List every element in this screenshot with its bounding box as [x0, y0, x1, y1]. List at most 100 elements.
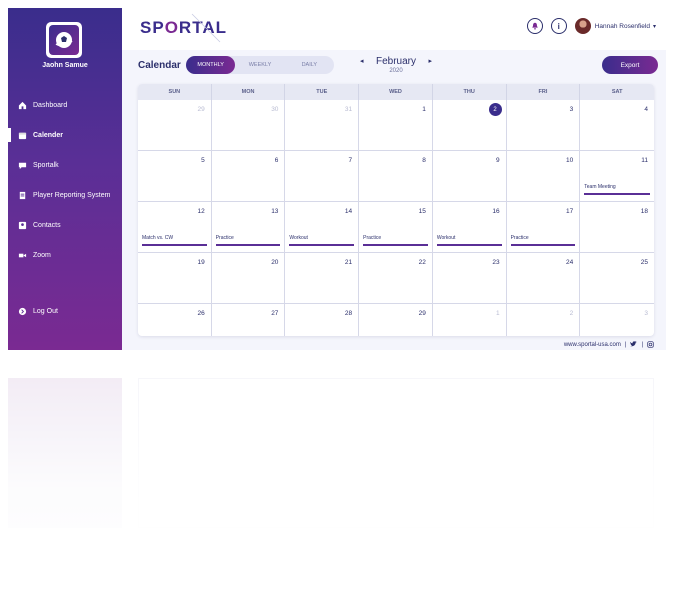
- chevron-down-icon[interactable]: ▾: [653, 23, 656, 30]
- brand-text-o: O: [164, 18, 179, 37]
- calendar-event[interactable]: Practice: [215, 235, 281, 246]
- calendar-day-cell[interactable]: 8: [359, 151, 433, 202]
- calendar-event[interactable]: Practice: [510, 235, 576, 246]
- sidebar-item-label: Player Reporting System: [33, 191, 111, 199]
- calendar-day-cell[interactable]: 31: [285, 100, 360, 151]
- day-number: 31: [344, 106, 353, 113]
- instagram-icon[interactable]: [647, 340, 654, 350]
- year-label: 2020: [389, 68, 403, 74]
- calendar-day-cell[interactable]: 29: [359, 304, 433, 336]
- sidebar-item-label: Contacts: [33, 221, 61, 229]
- calendar-day-cell[interactable]: 4: [580, 100, 654, 151]
- calendar-day-cell[interactable]: 24: [506, 253, 581, 304]
- calendar-day-cell[interactable]: 18: [580, 202, 654, 253]
- calendar-day-cell[interactable]: 1: [359, 100, 433, 151]
- day-number: 21: [344, 259, 353, 266]
- app-window: Jaohn Samue Dashboard Calender Sportalk: [8, 8, 666, 350]
- day-number: 2: [569, 310, 574, 317]
- calendar-day-cell[interactable]: 23: [432, 253, 507, 304]
- day-number: 9: [495, 157, 500, 164]
- notification-bell-icon[interactable]: [526, 18, 543, 34]
- day-number: 15: [418, 208, 426, 215]
- day-number: 16: [492, 208, 500, 215]
- calendar-event[interactable]: Match vs. CW: [142, 235, 207, 246]
- tab-weekly[interactable]: WEEKLY: [235, 56, 284, 74]
- calendar-day-cell[interactable]: 1: [433, 304, 507, 336]
- day-number: 18: [640, 208, 648, 215]
- sidebar-item-dashboard[interactable]: Dashboard: [8, 90, 122, 120]
- sidebar-item-calender[interactable]: Calender: [8, 120, 122, 150]
- calendar-day-cell[interactable]: 20: [211, 253, 286, 304]
- website-link[interactable]: www.sportal-usa.com: [564, 342, 621, 348]
- day-number: 3: [569, 106, 574, 113]
- footer: www.sportal-usa.com | |: [138, 340, 654, 350]
- calendar-day-cell[interactable]: 19: [138, 253, 212, 304]
- calendar-day-cell[interactable]: 9: [432, 151, 507, 202]
- calendar-day-cell[interactable]: 15 Practice: [359, 202, 433, 253]
- month-navigator: ◂ February 2020 ▸: [356, 56, 436, 80]
- calendar-day-cell[interactable]: 30: [211, 100, 286, 151]
- day-number: 4: [644, 106, 648, 113]
- weekday-label: SUN: [138, 84, 212, 100]
- view-toggle: MONTHLY WEEKLY DAILY: [186, 56, 334, 74]
- header-user-name[interactable]: Hannah Rosenfield: [595, 23, 650, 30]
- next-month-icon[interactable]: ▸: [428, 57, 432, 65]
- avatar[interactable]: [574, 18, 591, 34]
- sidebar-item-sportalk[interactable]: Sportalk: [8, 150, 122, 180]
- calendar-event[interactable]: Workout: [289, 235, 355, 246]
- brand-swoosh-icon: [191, 13, 221, 43]
- calendar-day-cell[interactable]: 16 Workout: [432, 202, 507, 253]
- logout-button[interactable]: Log Out: [8, 296, 122, 326]
- tab-monthly[interactable]: MONTHLY: [186, 56, 236, 74]
- calendar-day-cell[interactable]: 3: [580, 304, 654, 336]
- logout-label: Log Out: [33, 307, 58, 315]
- calendar-day-cell[interactable]: 12 Match vs. CW: [138, 202, 212, 253]
- sidebar-item-contacts[interactable]: Contacts: [8, 210, 122, 240]
- calendar-day-cell[interactable]: 3: [506, 100, 581, 151]
- day-number: 3: [644, 310, 648, 317]
- calendar-day-cell[interactable]: 17 Practice: [506, 202, 581, 253]
- weekday-label: WED: [359, 84, 433, 100]
- day-number: 24: [566, 259, 574, 266]
- calendar-day-cell[interactable]: 21: [285, 253, 360, 304]
- calendar-day-cell[interactable]: 11 Team Meeting: [580, 151, 654, 202]
- calendar-day-cell[interactable]: 2: [507, 304, 581, 336]
- calendar-day-cell[interactable]: 2: [432, 100, 507, 151]
- day-number: 17: [566, 208, 574, 215]
- calendar-day-cell[interactable]: 29: [138, 100, 212, 151]
- day-number: 12: [197, 208, 205, 215]
- calendar-day-cell[interactable]: 27: [212, 304, 286, 336]
- month-calendar: SUN MON TUE WED THU FRI SAT 29 30 31 1 2 3 4 5 6 7 8 9 10 1…: [138, 84, 654, 336]
- calendar-day-cell[interactable]: 25: [580, 253, 654, 304]
- day-number: 22: [418, 259, 426, 266]
- calendar-event[interactable]: Practice: [363, 235, 428, 246]
- day-number: 13: [271, 208, 279, 215]
- calendar-day-cell[interactable]: 5: [138, 151, 212, 202]
- export-button[interactable]: Export: [602, 56, 658, 74]
- day-number: 14: [344, 208, 353, 215]
- footer-separator: |: [641, 342, 643, 348]
- calendar-day-cell[interactable]: 28: [285, 304, 360, 336]
- info-icon[interactable]: i: [550, 18, 567, 34]
- twitter-icon[interactable]: [630, 341, 638, 349]
- calendar-day-cell[interactable]: 14 Workout: [285, 202, 360, 253]
- day-number: 10: [566, 157, 574, 164]
- calendar-day-cell[interactable]: 26: [138, 304, 212, 336]
- calendar-day-cell[interactable]: 22: [359, 253, 433, 304]
- sidebar-item-player-reporting[interactable]: Player Reporting System: [8, 180, 122, 210]
- weekday-label: THU: [433, 84, 507, 100]
- sidebar-nav: Dashboard Calender Sportalk Player Repor…: [8, 90, 122, 270]
- main-content: SPORTAL i Hannah Rosenfield ▾ Calendar M…: [122, 8, 666, 350]
- day-number: 1: [495, 310, 500, 317]
- calendar-day-cell[interactable]: 13 Practice: [211, 202, 286, 253]
- calendar-day-cell[interactable]: 7: [285, 151, 360, 202]
- sidebar-item-zoom[interactable]: Zoom: [8, 240, 122, 270]
- home-icon: [18, 101, 27, 110]
- calendar-day-cell[interactable]: 6: [211, 151, 286, 202]
- calendar-day-cell[interactable]: 10: [506, 151, 581, 202]
- calendar-event[interactable]: Team Meeting: [584, 184, 650, 195]
- tab-daily[interactable]: DAILY: [285, 56, 334, 74]
- day-number: 30: [271, 106, 279, 113]
- day-number: 26: [197, 310, 205, 317]
- calendar-event[interactable]: Workout: [436, 235, 502, 246]
